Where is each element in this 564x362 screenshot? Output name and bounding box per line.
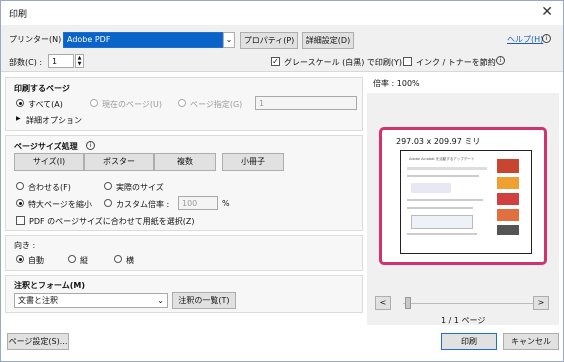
bottom-bar: ページ設定(S)... 印刷 キャンセル — [1, 327, 563, 361]
actual-size-radio[interactable] — [104, 182, 112, 190]
custom-scale-input[interactable]: 100 — [178, 196, 218, 210]
fit-radio[interactable] — [16, 182, 24, 190]
copies-stepper[interactable]: ▲ ▼ — [75, 54, 84, 68]
expand-triangle-icon[interactable]: ▶ — [16, 115, 21, 122]
help-link[interactable]: ヘルプ(H) — [507, 34, 543, 45]
next-page-button[interactable]: > — [533, 296, 549, 310]
grayscale-checkbox[interactable]: ✓ — [271, 57, 280, 66]
preview-sidebar-image — [497, 225, 519, 235]
tab-multiple[interactable]: 複数 — [154, 153, 216, 171]
printer-bar: プリンター(N) : Adobe PDF ⌄ プロパティ(P) 詳細設定(D) … — [1, 25, 563, 72]
orientation-landscape-label: 横 — [126, 256, 134, 265]
comments-value: 文書と注釈 — [18, 296, 58, 305]
preview-page: Adobe Acrobat を活動するアップデート — [400, 150, 532, 254]
preview-scale: 倍率 : 100% — [373, 79, 420, 88]
tab-poster[interactable]: ポスター — [84, 153, 154, 171]
grayscale-label: グレースケール (白黒) で印刷(Y) — [284, 58, 403, 67]
tab-booklet[interactable]: 小冊子 — [222, 153, 284, 171]
preview-sidebar-image — [497, 177, 519, 189]
pages-specify-label: ページ指定(G) — [190, 100, 243, 109]
comments-panel: 注釈とフォーム(M) 文書と注釈 ⌄ 注釈の一覧(T) — [5, 275, 363, 313]
orientation-landscape-radio[interactable] — [114, 255, 122, 263]
shrink-radio[interactable] — [16, 199, 24, 207]
preview-highlight-frame: 297.03 x 209.97 ミリ Adobe Acrobat を活動するアッ… — [379, 127, 547, 265]
preview-screenshot — [411, 215, 473, 229]
comments-heading: 注釈とフォーム(M) — [14, 281, 86, 290]
pages-heading: 印刷するページ — [14, 84, 70, 93]
properties-button[interactable]: プロパティ(P) — [240, 32, 298, 49]
comments-dropdown-icon[interactable]: ⌄ — [157, 294, 164, 308]
orientation-auto-radio[interactable] — [16, 255, 24, 263]
preview-sidebar-image — [497, 209, 519, 221]
pages-specify-input[interactable]: 1 — [255, 96, 357, 110]
actual-size-label: 実際のサイズ — [116, 183, 164, 192]
print-button[interactable]: 印刷 — [441, 333, 497, 350]
pages-all-radio[interactable] — [16, 99, 24, 107]
preview-sidebar-image — [497, 159, 519, 173]
preview-size-label: 297.03 x 209.97 ミリ — [396, 137, 481, 146]
prev-page-button[interactable]: < — [375, 296, 391, 310]
pages-current-radio[interactable] — [90, 99, 98, 107]
dialog-title: 印刷 — [9, 10, 28, 20]
tab-size[interactable]: サイズ(I) — [14, 153, 84, 171]
preview-line — [407, 233, 477, 235]
title-bar: 印刷 ✕ — [1, 1, 563, 25]
print-dialog: 印刷 ✕ プリンター(N) : Adobe PDF ⌄ プロパティ(P) 詳細設… — [0, 0, 564, 362]
close-icon[interactable]: ✕ — [541, 4, 553, 20]
pages-panel: 印刷するページ すべて(A) 現在のページ(U) ページ指定(G) 1 ▶ 詳細… — [5, 77, 363, 131]
preview-line — [407, 199, 483, 201]
percent-sign: % — [222, 199, 230, 208]
copies-input[interactable]: 1 — [48, 54, 74, 68]
printer-label: プリンター(N) : — [9, 35, 67, 44]
save-ink-label: インク / トナーを節約 — [416, 58, 496, 67]
orientation-portrait-radio[interactable] — [68, 255, 76, 263]
page-slider-track[interactable] — [403, 303, 533, 304]
pages-current-label: 現在のページ(U) — [102, 100, 162, 109]
pdf-paper-checkbox[interactable] — [16, 216, 25, 225]
orientation-heading: 向き : — [14, 241, 36, 250]
page-counter: 1 / 1 ページ — [441, 316, 486, 325]
advanced-button[interactable]: 詳細設定(D) — [302, 32, 354, 49]
page-sizing-heading: ページサイズ処理 — [14, 142, 78, 151]
cancel-button[interactable]: キャンセル — [503, 333, 559, 350]
orientation-panel: 向き : 自動 縦 横 — [5, 235, 363, 271]
save-ink-checkbox[interactable] — [403, 57, 412, 66]
comment-summary-button[interactable]: 注釈の一覧(T) — [172, 292, 236, 309]
pages-all-label: すべて(A) — [28, 100, 63, 109]
orientation-auto-label: 自動 — [28, 256, 44, 265]
info-icon[interactable]: i — [496, 56, 505, 65]
pages-specify-radio[interactable] — [178, 99, 186, 107]
custom-scale-label: カスタム倍率 : — [116, 200, 170, 209]
page-sizing-panel: ページサイズ処理 i サイズ(I) ポスター 複数 小冊子 合わせる(F) 実際… — [5, 135, 363, 231]
custom-scale-radio[interactable] — [104, 199, 112, 207]
pdf-paper-label: PDF のページサイズに合わせて用紙を選択(Z) — [29, 217, 195, 226]
printer-select[interactable]: Adobe PDF — [63, 32, 223, 48]
fit-label: 合わせる(F) — [28, 183, 71, 192]
sizing-info-icon[interactable]: i — [86, 141, 95, 150]
page-setup-button[interactable]: ページ設定(S)... — [7, 333, 69, 350]
preview-pane: 297.03 x 209.97 ミリ Adobe Acrobat を活動するアッ… — [367, 93, 559, 325]
preview-sidebar-image — [497, 193, 519, 205]
copies-label: 部数(C) : — [9, 58, 43, 67]
shrink-label: 特大ページを縮小 — [28, 200, 92, 209]
preview-doc-title: Adobe Acrobat を活動するアップデート — [409, 157, 475, 161]
more-options-link[interactable]: 詳細オプション — [26, 115, 82, 126]
preview-line — [407, 167, 487, 170]
preview-line — [407, 175, 479, 177]
preview-screenshot — [411, 183, 451, 193]
preview-line — [407, 207, 473, 209]
page-slider-thumb[interactable] — [405, 297, 411, 309]
orientation-portrait-label: 縦 — [80, 256, 88, 265]
comments-select[interactable]: 文書と注釈 ⌄ — [14, 293, 168, 308]
help-info-icon[interactable]: i — [542, 34, 551, 43]
printer-dropdown-icon[interactable]: ⌄ — [223, 32, 235, 48]
printer-value: Adobe PDF — [67, 35, 111, 44]
